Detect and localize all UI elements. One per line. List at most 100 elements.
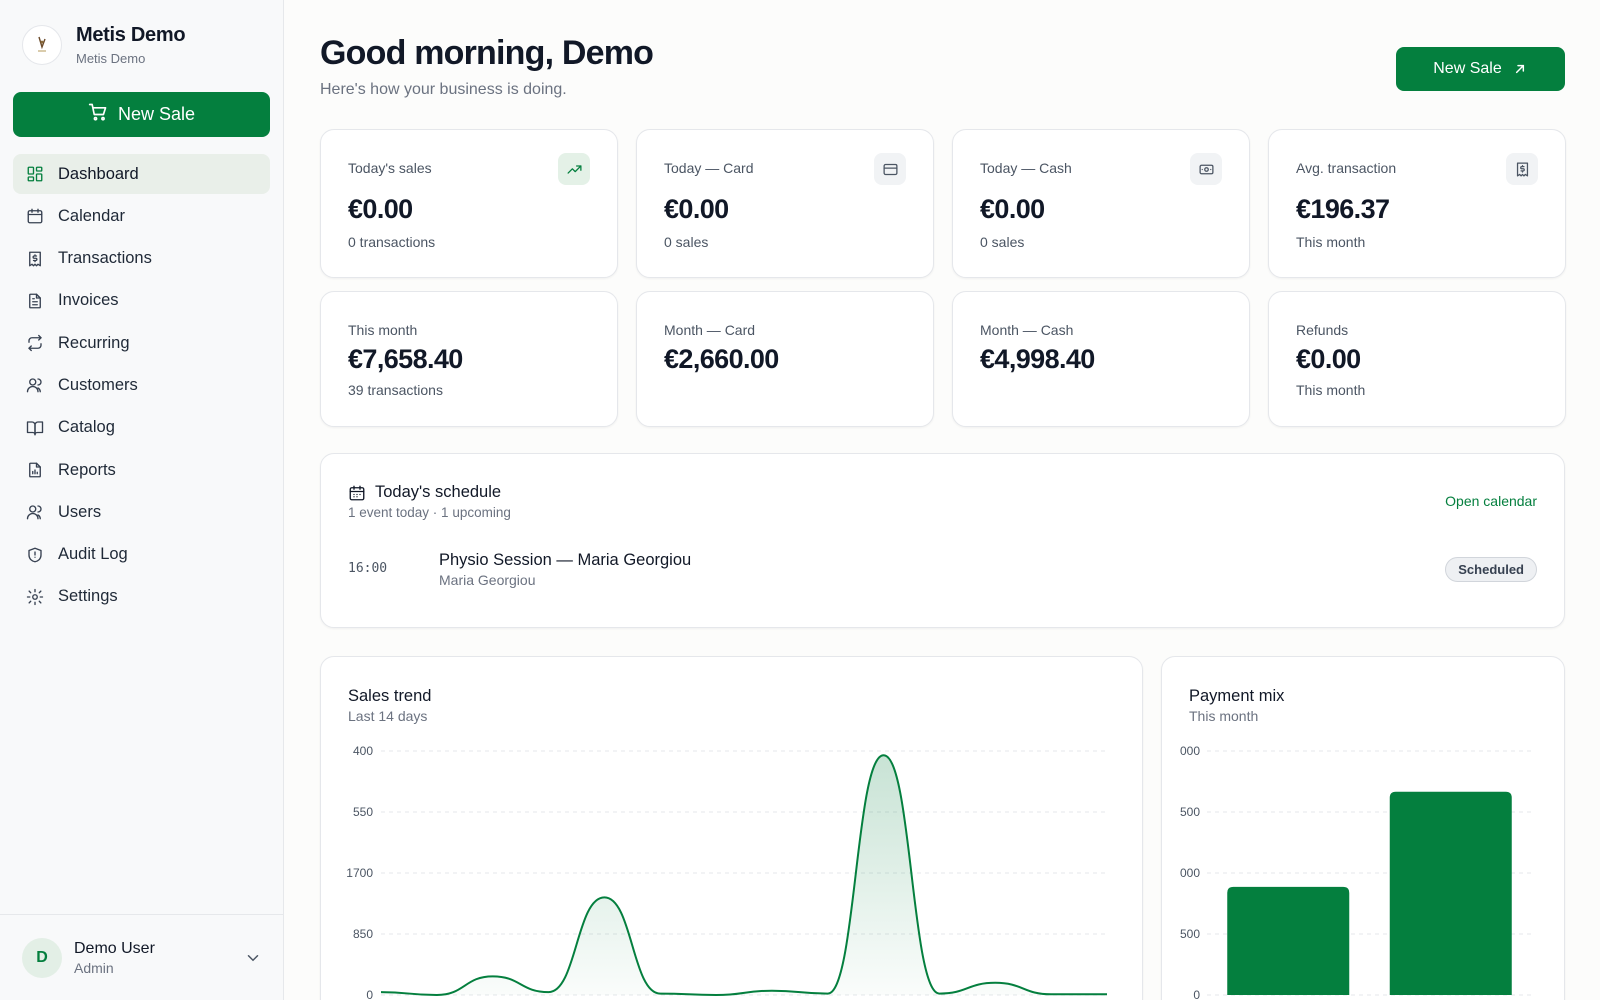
sidebar: Metis Demo Metis Demo New Sale Dashboard…: [0, 0, 284, 1000]
stat-value: €0.00: [348, 194, 413, 224]
user-name: Demo User: [74, 939, 155, 957]
banknote-icon: [1190, 153, 1222, 185]
stat-card: Today's sales €0.00 0 transactions: [320, 129, 618, 278]
dashboard-icon: [26, 165, 44, 183]
stat-value: €2,660.00: [664, 344, 779, 374]
stat-card: This month €7,658.40 39 transactions: [320, 291, 618, 427]
y-tick-label: 000: [1180, 744, 1200, 758]
payment-mix-chart: 000 500 000 500 0: [1180, 744, 1532, 1000]
receipt-icon: [1506, 153, 1538, 185]
chevron-down-icon[interactable]: [244, 949, 262, 967]
page-title: Good morning, Demo: [320, 34, 654, 72]
stat-label: This month: [348, 322, 418, 338]
payment-mix-card: Payment mix This month 000 500 000 500 0: [1161, 656, 1565, 1000]
user-menu[interactable]: D Demo User Admin: [0, 914, 284, 1000]
book-icon: [26, 419, 44, 437]
report-icon: [26, 461, 44, 479]
y-tick-label: 400: [353, 744, 373, 758]
stat-sub: 0 sales: [664, 234, 709, 250]
sidebar-item-transactions[interactable]: Transactions: [13, 239, 270, 279]
stat-value: €0.00: [664, 194, 729, 224]
sidebar-item-reports[interactable]: Reports: [13, 450, 270, 490]
open-calendar-link[interactable]: Open calendar: [1445, 493, 1537, 509]
sidebar-item-users[interactable]: Users: [13, 492, 270, 532]
brand[interactable]: Metis Demo Metis Demo: [22, 24, 186, 66]
sidebar-item-label: Transactions: [58, 249, 152, 268]
stat-value: €7,658.40: [348, 344, 463, 374]
stat-label: Today — Cash: [980, 160, 1072, 176]
sidebar-item-label: Settings: [58, 587, 118, 606]
sales-trend-line: [380, 754, 1107, 997]
stat-card: Month — Card €2,660.00: [636, 291, 934, 427]
sidebar-item-label: Customers: [58, 375, 138, 394]
sidebar-item-label: Reports: [58, 460, 116, 479]
stat-label: Today — Card: [664, 160, 754, 176]
users-icon: [26, 376, 44, 394]
stat-card: Today — Card €0.00 0 sales: [636, 129, 934, 278]
repeat-icon: [26, 334, 44, 352]
schedule-card: Today's schedule 1 event today · 1 upcom…: [320, 453, 1565, 628]
receipt-icon: [26, 250, 44, 268]
y-tick-label: 0: [366, 988, 373, 1000]
sales-trend-chart: 400 550 1700 850 0: [346, 744, 1107, 1000]
bar-card[interactable]: [1227, 886, 1350, 995]
header-new-sale-button[interactable]: New Sale: [1396, 47, 1565, 91]
stat-sub: 0 transactions: [348, 234, 436, 250]
y-tick-label: 500: [1180, 927, 1200, 941]
sidebar-item-label: Catalog: [58, 418, 115, 437]
stat-card: Today — Cash €0.00 0 sales: [952, 129, 1250, 278]
sidebar-item-label: Dashboard: [58, 164, 139, 183]
sidebar-item-customers[interactable]: Customers: [13, 365, 270, 405]
stat-value: €0.00: [1296, 344, 1361, 374]
sidebar-new-sale-label: New Sale: [117, 104, 196, 124]
sidebar-nav: Dashboard Calendar Transactions Invoices Rec…: [13, 154, 270, 619]
stat-card: Refunds €0.00 This month: [1268, 291, 1566, 427]
user-role: Admin: [74, 959, 114, 976]
gear-icon: [26, 588, 44, 606]
sidebar-item-label: Audit Log: [58, 545, 128, 564]
stat-value: €0.00: [980, 194, 1045, 224]
sidebar-item-dashboard[interactable]: Dashboard: [13, 154, 270, 194]
y-tick-label: 550: [353, 805, 373, 819]
stat-label: Today's sales: [348, 160, 432, 176]
bar-cash[interactable]: [1389, 791, 1512, 995]
sidebar-item-catalog[interactable]: Catalog: [13, 408, 270, 448]
event-person: Maria Georgiou: [439, 572, 536, 588]
credit-card-icon: [874, 153, 906, 185]
stat-sub: This month: [1296, 234, 1366, 250]
file-text-icon: [26, 292, 44, 310]
y-tick-label: 500: [1180, 805, 1200, 819]
header-new-sale-label: New Sale: [1433, 60, 1502, 77]
sidebar-item-settings[interactable]: Settings: [13, 577, 270, 617]
event-title: Physio Session — Maria Georgiou: [439, 551, 692, 569]
status-badge: Scheduled: [1445, 557, 1537, 582]
sales-trend-card: Sales trend Last 14 days 400 550 1700 850 0: [320, 656, 1143, 1000]
schedule-subtitle: 1 event today · 1 upcoming: [348, 505, 511, 520]
sidebar-item-label: Users: [58, 502, 102, 521]
calendar-icon: [349, 485, 365, 501]
brand-name: Metis Demo: [76, 24, 186, 46]
stat-sub: This month: [1296, 382, 1366, 398]
sidebar-item-label: Calendar: [58, 206, 125, 225]
stat-sub: 39 transactions: [348, 382, 443, 398]
stat-sub: 0 sales: [980, 234, 1025, 250]
sales-trend-area: [381, 755, 1107, 995]
stat-label: Month — Cash: [980, 322, 1074, 338]
stat-label: Month — Card: [664, 322, 756, 338]
sidebar-item-calendar[interactable]: Calendar: [13, 196, 270, 236]
y-tick-label: 850: [353, 927, 373, 941]
brand-logo-icon: [22, 25, 62, 65]
sidebar-item-recurring[interactable]: Recurring: [13, 323, 270, 363]
stat-label: Avg. transaction: [1296, 160, 1397, 176]
sidebar-item-audit-log[interactable]: Audit Log: [13, 535, 270, 575]
sidebar-new-sale-button[interactable]: New Sale: [13, 92, 270, 137]
stat-card: Avg. transaction €196.37 This month: [1268, 129, 1566, 278]
sidebar-item-label: Recurring: [58, 333, 130, 352]
trending-up-icon: [558, 153, 590, 185]
shield-icon: [26, 546, 44, 564]
y-tick-label: 1700: [346, 866, 373, 880]
users-icon: [26, 503, 44, 521]
y-tick-label: 000: [1180, 866, 1200, 880]
avatar: D: [22, 937, 62, 978]
sidebar-item-invoices[interactable]: Invoices: [13, 281, 270, 321]
